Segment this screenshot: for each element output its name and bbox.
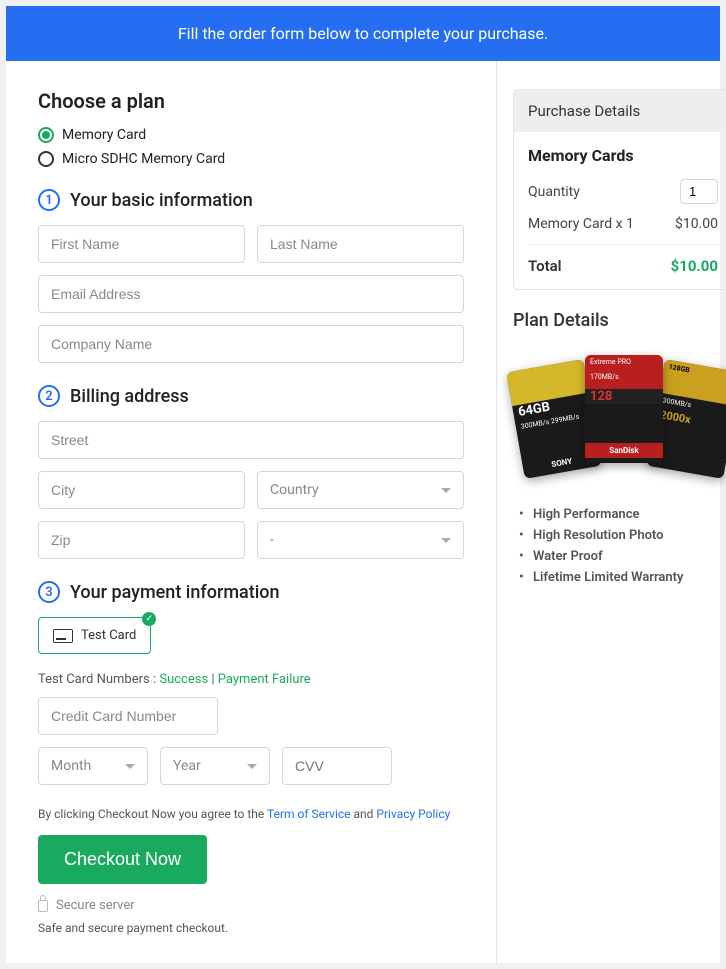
- plan-details-header: Plan Details: [513, 310, 726, 331]
- checkout-button[interactable]: Checkout Now: [38, 835, 207, 884]
- banner: Fill the order form below to complete yo…: [6, 6, 720, 61]
- purchase-details-header: Purchase Details: [514, 90, 726, 132]
- chevron-down-icon: [125, 764, 135, 769]
- month-placeholder: Month: [51, 758, 91, 774]
- feature-item: Water Proof: [533, 549, 726, 564]
- step-title: Your payment information: [70, 582, 280, 603]
- step-number-icon: 1: [38, 189, 60, 211]
- chevron-down-icon: [441, 488, 451, 493]
- purchase-title: Memory Cards: [528, 146, 718, 165]
- tos-link[interactable]: Term of Service: [267, 807, 351, 821]
- zip-field[interactable]: [38, 521, 245, 559]
- plan-option-label: Memory Card: [62, 127, 146, 143]
- check-icon: ✓: [142, 612, 156, 626]
- quantity-label: Quantity: [528, 184, 580, 200]
- month-select[interactable]: Month: [38, 747, 148, 785]
- street-field[interactable]: [38, 421, 464, 459]
- total-value: $10.00: [671, 257, 718, 275]
- radio-selected-icon: [38, 127, 54, 143]
- company-field[interactable]: [38, 325, 464, 363]
- radio-unselected-icon: [38, 151, 54, 167]
- line-item-price: $10.00: [675, 216, 718, 232]
- country-select[interactable]: Country: [257, 471, 464, 509]
- chevron-down-icon: [247, 764, 257, 769]
- step-title: Your basic information: [70, 190, 253, 211]
- first-name-field[interactable]: [38, 225, 245, 263]
- total-label: Total: [528, 257, 562, 275]
- last-name-field[interactable]: [257, 225, 464, 263]
- purchase-details-box: Purchase Details Memory Cards Quantity M…: [513, 89, 726, 290]
- test-success-link[interactable]: Success: [159, 672, 208, 687]
- year-placeholder: Year: [173, 758, 201, 774]
- email-field[interactable]: [38, 275, 464, 313]
- country-placeholder: Country: [270, 482, 319, 498]
- sd-card-image: 64GB 300MB/s 299MB/s SONY Extreme PRO170…: [513, 349, 726, 489]
- agreement-text: By clicking Checkout Now you agree to th…: [38, 807, 464, 821]
- card-icon: [53, 629, 73, 643]
- line-item-label: Memory Card x 1: [528, 216, 634, 232]
- plan-option-memory-card[interactable]: Memory Card: [38, 127, 464, 143]
- step-title: Billing address: [70, 386, 189, 407]
- test-card-line: Test Card Numbers : Success | Payment Fa…: [38, 672, 464, 687]
- secure-checkout-text: Safe and secure payment checkout.: [38, 921, 464, 935]
- state-placeholder: -: [270, 532, 274, 548]
- sd-card-sandisk: Extreme PRO170MB/s 128 SanDisk: [585, 355, 663, 463]
- step-3-header: 3 Your payment information: [38, 581, 464, 603]
- state-select[interactable]: -: [257, 521, 464, 559]
- secure-server-row: Secure server: [38, 898, 464, 913]
- feature-item: Lifetime Limited Warranty: [533, 570, 726, 585]
- feature-list: High Performance High Resolution Photo W…: [513, 507, 726, 585]
- feature-item: High Performance: [533, 507, 726, 522]
- step-number-icon: 3: [38, 581, 60, 603]
- plan-heading: Choose a plan: [38, 89, 464, 113]
- year-select[interactable]: Year: [160, 747, 270, 785]
- plan-option-micro-sdhc[interactable]: Micro SDHC Memory Card: [38, 151, 464, 167]
- test-failure-link[interactable]: Payment Failure: [218, 672, 311, 687]
- credit-card-field[interactable]: [38, 697, 218, 735]
- lock-icon: [38, 900, 48, 912]
- step-2-header: 2 Billing address: [38, 385, 464, 407]
- cvv-field[interactable]: [283, 748, 392, 784]
- chevron-down-icon: [441, 538, 451, 543]
- secure-server-text: Secure server: [56, 898, 135, 913]
- city-field[interactable]: [38, 471, 245, 509]
- feature-item: High Resolution Photo: [533, 528, 726, 543]
- step-1-header: 1 Your basic information: [38, 189, 464, 211]
- test-card-label: Test Card: [81, 628, 136, 643]
- plan-option-label: Micro SDHC Memory Card: [62, 151, 225, 167]
- privacy-link[interactable]: Privacy Policy: [376, 807, 450, 821]
- test-card-option[interactable]: ✓ Test Card: [38, 617, 151, 654]
- quantity-input[interactable]: [680, 179, 718, 204]
- step-number-icon: 2: [38, 385, 60, 407]
